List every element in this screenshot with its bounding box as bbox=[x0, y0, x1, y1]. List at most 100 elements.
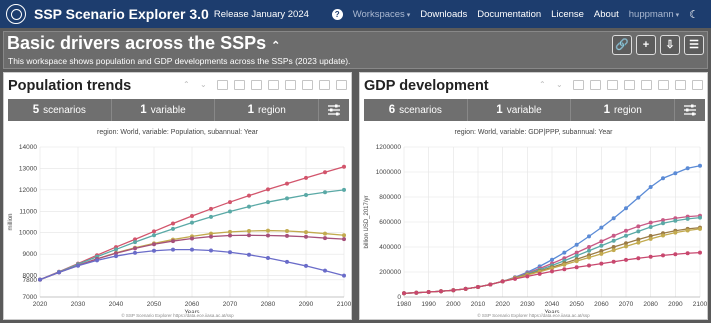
bar-chart-icon[interactable] bbox=[234, 80, 245, 90]
data-point[interactable] bbox=[190, 247, 194, 252]
data-point[interactable] bbox=[574, 242, 579, 247]
data-point[interactable] bbox=[673, 171, 678, 176]
image-icon[interactable] bbox=[658, 80, 669, 90]
data-point[interactable] bbox=[266, 228, 270, 233]
data-point[interactable] bbox=[285, 233, 289, 238]
line-chart-icon[interactable] bbox=[573, 80, 584, 90]
data-point[interactable] bbox=[648, 254, 653, 259]
data-point[interactable] bbox=[636, 195, 641, 200]
dark-mode-icon[interactable]: ☾ bbox=[689, 8, 699, 21]
data-point[interactable] bbox=[611, 238, 616, 243]
data-point[interactable] bbox=[599, 251, 604, 256]
data-point[interactable] bbox=[304, 175, 308, 180]
data-point[interactable] bbox=[574, 265, 579, 270]
data-point[interactable] bbox=[587, 248, 591, 253]
data-point[interactable] bbox=[402, 291, 406, 296]
data-point[interactable] bbox=[342, 233, 346, 238]
nav-about[interactable]: About bbox=[594, 9, 619, 20]
data-point[interactable] bbox=[323, 236, 327, 241]
settings-sliders-icon[interactable] bbox=[675, 99, 705, 121]
data-point[interactable] bbox=[114, 247, 118, 252]
menu-icon[interactable] bbox=[692, 80, 703, 90]
data-point[interactable] bbox=[247, 229, 251, 233]
download-icon[interactable]: ⇩ bbox=[660, 35, 680, 55]
data-point[interactable] bbox=[171, 239, 175, 244]
data-point[interactable] bbox=[57, 270, 61, 275]
data-point[interactable] bbox=[342, 164, 346, 169]
data-point[interactable] bbox=[562, 250, 567, 255]
data-point[interactable] bbox=[685, 228, 690, 233]
data-point[interactable] bbox=[562, 267, 567, 272]
data-point[interactable] bbox=[209, 214, 213, 219]
data-point[interactable] bbox=[228, 229, 232, 234]
data-point[interactable] bbox=[342, 187, 346, 192]
data-point[interactable] bbox=[323, 231, 327, 236]
data-point[interactable] bbox=[673, 230, 678, 235]
data-point[interactable] bbox=[247, 252, 251, 257]
data-point[interactable] bbox=[488, 282, 493, 287]
data-point[interactable] bbox=[152, 248, 156, 253]
data-point[interactable] bbox=[525, 274, 530, 279]
data-point[interactable] bbox=[550, 269, 554, 274]
data-point[interactable] bbox=[636, 240, 641, 245]
data-point[interactable] bbox=[574, 253, 579, 258]
data-point[interactable] bbox=[228, 209, 232, 214]
data-point[interactable] bbox=[599, 243, 604, 248]
data-point[interactable] bbox=[114, 254, 118, 259]
chevron-down-icon[interactable]: ⌄ bbox=[200, 80, 211, 90]
data-point[interactable] bbox=[550, 257, 554, 262]
link-icon[interactable] bbox=[268, 80, 279, 90]
region-filter[interactable]: 1 region bbox=[571, 99, 676, 121]
data-point[interactable] bbox=[611, 216, 616, 221]
data-point[interactable] bbox=[624, 257, 628, 262]
data-point[interactable] bbox=[152, 242, 156, 247]
data-point[interactable] bbox=[285, 181, 289, 186]
user-menu[interactable]: huppmann bbox=[629, 9, 679, 20]
data-point[interactable] bbox=[661, 221, 665, 226]
data-point[interactable] bbox=[228, 233, 232, 238]
data-point[interactable] bbox=[209, 234, 213, 239]
data-point[interactable] bbox=[624, 233, 628, 238]
data-point[interactable] bbox=[152, 233, 156, 238]
data-point[interactable] bbox=[648, 225, 653, 229]
data-point[interactable] bbox=[190, 236, 194, 241]
chevron-up-icon[interactable]: ⌃ bbox=[539, 80, 550, 90]
data-point[interactable] bbox=[323, 170, 327, 175]
data-point[interactable] bbox=[95, 258, 99, 263]
data-point[interactable] bbox=[698, 226, 702, 231]
data-point[interactable] bbox=[599, 261, 604, 266]
data-point[interactable] bbox=[266, 187, 270, 192]
help-icon[interactable]: ? bbox=[331, 8, 343, 20]
data-point[interactable] bbox=[133, 240, 137, 245]
chevron-up-icon[interactable]: ⌃ bbox=[271, 40, 280, 52]
table-icon[interactable] bbox=[251, 80, 262, 90]
data-point[interactable] bbox=[323, 190, 327, 195]
population-chart[interactable]: 7000780080009000100001100012000130001400… bbox=[4, 137, 353, 313]
data-point[interactable] bbox=[587, 234, 591, 239]
data-point[interactable] bbox=[304, 230, 308, 235]
line-chart-icon[interactable] bbox=[217, 80, 228, 90]
data-point[interactable] bbox=[648, 185, 653, 189]
data-point[interactable] bbox=[285, 229, 289, 233]
data-point[interactable] bbox=[661, 253, 665, 258]
data-point[interactable] bbox=[463, 286, 468, 291]
data-point[interactable] bbox=[611, 233, 616, 238]
scenarios-filter[interactable]: 5 scenarios bbox=[8, 99, 112, 121]
data-point[interactable] bbox=[648, 236, 653, 241]
data-point[interactable] bbox=[661, 176, 665, 181]
data-point[interactable] bbox=[426, 290, 431, 294]
data-point[interactable] bbox=[500, 279, 505, 284]
region-filter[interactable]: 1 region bbox=[215, 99, 320, 121]
data-point[interactable] bbox=[611, 259, 616, 264]
data-point[interactable] bbox=[247, 204, 251, 209]
data-point[interactable] bbox=[698, 163, 702, 168]
link-icon[interactable]: 🔗 bbox=[612, 35, 632, 55]
data-point[interactable] bbox=[228, 200, 232, 205]
data-point[interactable] bbox=[587, 263, 591, 268]
data-point[interactable] bbox=[304, 234, 308, 239]
app-title[interactable]: SSP Scenario Explorer 3.0 bbox=[34, 6, 209, 22]
nav-license[interactable]: License bbox=[551, 9, 584, 20]
nav-workspaces[interactable]: Workspaces bbox=[353, 9, 411, 20]
data-point[interactable] bbox=[648, 220, 653, 225]
table-icon[interactable] bbox=[607, 80, 618, 90]
